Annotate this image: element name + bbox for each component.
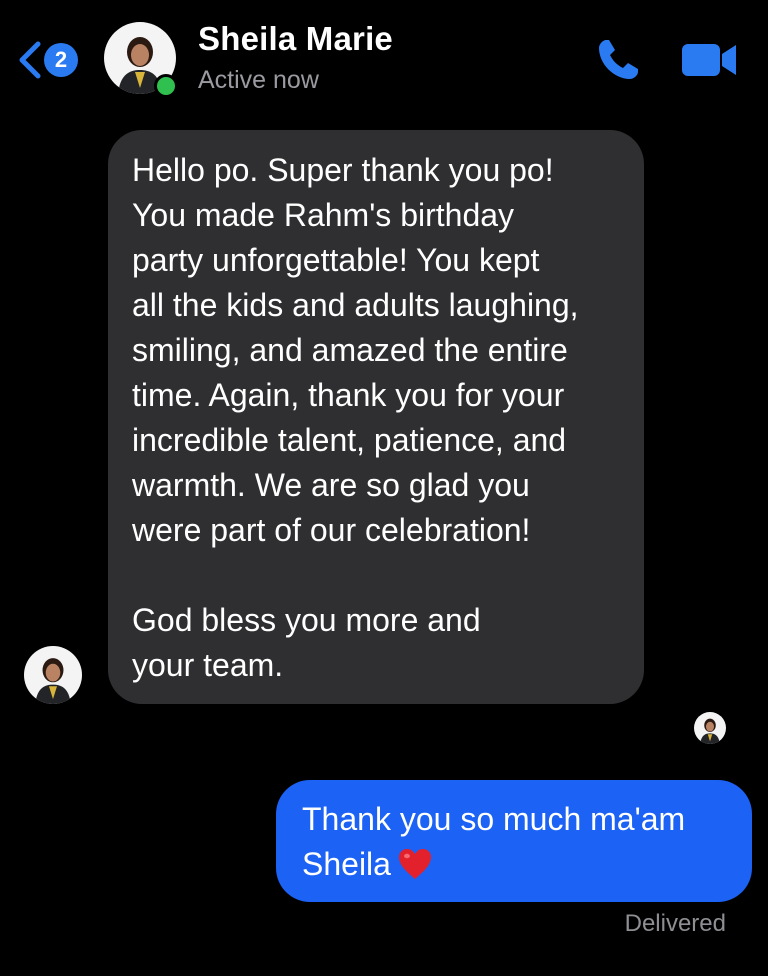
phone-icon: [599, 40, 638, 79]
outgoing-message-bubble[interactable]: Thank you so much ma'am Sheila: [276, 780, 752, 902]
online-status-dot: [154, 74, 178, 98]
outgoing-message-text: Sheila: [302, 846, 391, 882]
unread-count-badge: 2: [44, 43, 78, 77]
incoming-message-bubble[interactable]: Hello po. Super thank you po! You made R…: [108, 130, 644, 704]
chat-header: 2 Sheila Marie Active now: [0, 0, 768, 112]
red-heart-icon: [398, 849, 431, 879]
avatar-image: [694, 712, 726, 744]
outgoing-message-line: Sheila: [302, 842, 732, 887]
contact-status: Active now: [198, 66, 319, 94]
sender-avatar[interactable]: [24, 646, 82, 704]
read-receipt-avatar: [694, 712, 726, 744]
audio-call-button[interactable]: [594, 36, 642, 84]
video-call-button[interactable]: [680, 40, 738, 80]
outgoing-message-line: Thank you so much ma'am: [302, 801, 686, 837]
chevron-left-icon: [19, 41, 41, 79]
delivery-status: Delivered: [624, 910, 726, 937]
video-camera-icon: [682, 44, 736, 76]
contact-name[interactable]: Sheila Marie: [198, 20, 393, 58]
back-button[interactable]: 2: [14, 38, 86, 82]
avatar-image: [24, 646, 82, 704]
